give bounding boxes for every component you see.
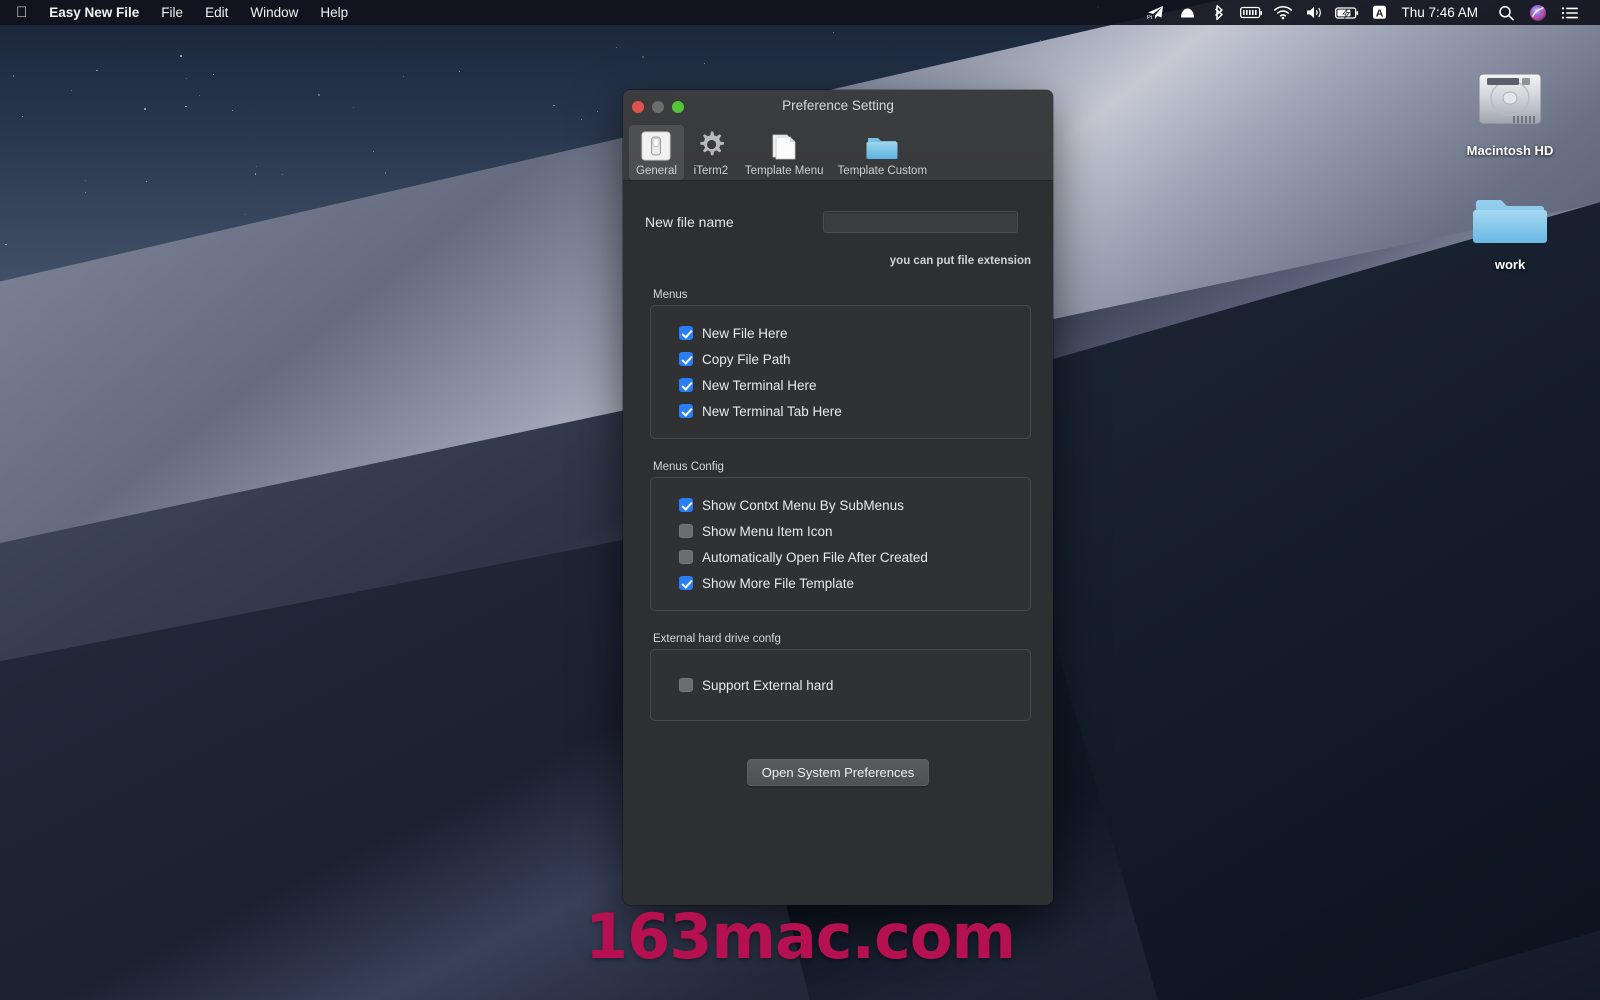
battery-meter-icon[interactable] (1235, 0, 1267, 25)
checkbox-row-show-more-file-template[interactable]: Show More File Template (651, 570, 1030, 596)
documents-icon (767, 129, 801, 163)
checkbox-new-file-here[interactable] (679, 326, 693, 340)
checkbox-label: New Terminal Here (702, 378, 817, 393)
checkbox-label: Show More File Template (702, 576, 854, 591)
dropbox-cloud-icon[interactable] (1171, 0, 1203, 25)
menu-app-name[interactable]: Easy New File (38, 0, 150, 25)
svg-text:Pt: Pt (1147, 15, 1153, 20)
tab-template-menu-label: Template Menu (745, 165, 824, 177)
tab-general[interactable]: General (629, 125, 684, 180)
group-menus-title: Menus (650, 289, 1031, 301)
desktop-icon-label: Macintosh HD (1455, 143, 1565, 158)
desktop-icon-label: work (1455, 257, 1565, 272)
gear-icon (694, 129, 728, 163)
site-watermark: 163mac.com (0, 900, 1600, 973)
checkbox-row-support-external-hard[interactable]: Support External hard (651, 672, 1030, 698)
tab-template-custom[interactable]: Template Custom (831, 125, 934, 180)
preference-setting-window: Preference Setting General (623, 90, 1053, 905)
tab-template-menu[interactable]: Template Menu (738, 125, 831, 180)
checkbox-row-automatically-open-file-after-created[interactable]: Automatically Open File After Created (651, 544, 1030, 570)
volume-icon[interactable] (1299, 0, 1331, 25)
checkbox-label: Show Contxt Menu By SubMenus (702, 498, 904, 513)
hard-drive-icon (1473, 62, 1547, 136)
new-file-name-row: New file name (623, 181, 1053, 233)
battery-charging-icon[interactable] (1331, 0, 1363, 25)
group-external-hard-drive-title: External hard drive confg (650, 633, 1031, 645)
checkbox-show-more-file-template[interactable] (679, 576, 693, 590)
checkbox-automatically-open-file-after-created[interactable] (679, 550, 693, 564)
window-title: Preference Setting (623, 98, 1053, 113)
folder-icon (1473, 188, 1547, 250)
folder-icon (865, 129, 899, 163)
checkbox-support-external-hard[interactable] (679, 678, 693, 692)
checkbox-label: Automatically Open File After Created (702, 550, 928, 565)
checkbox-row-new-file-here[interactable]: New File Here (651, 320, 1030, 346)
input-source-icon[interactable]: A (1363, 0, 1395, 25)
group-menus-config-body: Show Contxt Menu By SubMenus Show Menu I… (650, 477, 1031, 611)
menu-bar:  Easy New File File Edit Window Help Pt (0, 0, 1600, 25)
open-system-preferences-button[interactable]: Open System Preferences (747, 759, 929, 786)
file-extension-hint: you can put file extension (623, 233, 1053, 267)
checkbox-copy-file-path[interactable] (679, 352, 693, 366)
group-menus-config: Menus Config Show Contxt Menu By SubMenu… (650, 461, 1031, 611)
new-file-name-input[interactable] (823, 211, 1018, 233)
apple-menu-icon[interactable]:  (0, 0, 38, 25)
checkbox-show-menu-item-icon[interactable] (679, 524, 693, 538)
tab-iterm2-label: iTerm2 (694, 165, 729, 177)
checkbox-label: Support External hard (702, 678, 833, 693)
spotlight-search-icon[interactable] (1490, 0, 1522, 25)
checkbox-new-terminal-here[interactable] (679, 378, 693, 392)
group-external-hard-drive-body: Support External hard (650, 649, 1031, 721)
new-file-name-label: New file name (645, 214, 823, 230)
tab-iterm2[interactable]: iTerm2 (684, 125, 738, 180)
wifi-icon[interactable] (1267, 0, 1299, 25)
menu-help[interactable]: Help (309, 0, 359, 25)
menu-bar-clock[interactable]: Thu 7:46 AM (1395, 5, 1490, 20)
checkbox-label: Show Menu Item Icon (702, 524, 833, 539)
primary-button-area: Open System Preferences (623, 721, 1053, 786)
checkbox-row-new-terminal-tab-here[interactable]: New Terminal Tab Here (651, 398, 1030, 424)
desktop-icon-macintosh-hd[interactable]: Macintosh HD (1455, 62, 1565, 158)
notification-center-icon[interactable] (1554, 0, 1586, 25)
checkbox-label: New File Here (702, 326, 788, 341)
checkbox-new-terminal-tab-here[interactable] (679, 404, 693, 418)
menu-window[interactable]: Window (239, 0, 309, 25)
checkbox-row-show-menu-item-icon[interactable]: Show Menu Item Icon (651, 518, 1030, 544)
group-menus-config-title: Menus Config (650, 461, 1031, 473)
checkbox-row-copy-file-path[interactable]: Copy File Path (651, 346, 1030, 372)
preferences-toolbar: General iTerm2 (623, 125, 1053, 180)
group-external-hard-drive: External hard drive confg Support Extern… (650, 633, 1031, 721)
checkbox-label: New Terminal Tab Here (702, 404, 842, 419)
menu-edit[interactable]: Edit (194, 0, 239, 25)
menu-bar-status-area: Pt (1139, 0, 1600, 25)
group-menus: Menus New File Here Copy File Path New T… (650, 289, 1031, 439)
paper-plane-icon[interactable]: Pt (1139, 0, 1171, 25)
checkbox-show-context-menu-by-submenus[interactable] (679, 498, 693, 512)
tab-general-label: General (636, 165, 677, 177)
bluetooth-icon[interactable] (1203, 0, 1235, 25)
preferences-content: New file name you can put file extension… (623, 181, 1053, 905)
switch-icon (639, 129, 673, 163)
checkbox-row-show-context-menu-by-submenus[interactable]: Show Contxt Menu By SubMenus (651, 492, 1030, 518)
tab-template-custom-label: Template Custom (838, 165, 927, 177)
svg-text:A: A (1376, 7, 1384, 19)
window-titlebar[interactable]: Preference Setting General (623, 90, 1053, 181)
menu-file[interactable]: File (150, 0, 194, 25)
checkbox-label: Copy File Path (702, 352, 791, 367)
group-menus-body: New File Here Copy File Path New Termina… (650, 305, 1031, 439)
menu-bar-left:  Easy New File File Edit Window Help (0, 0, 359, 25)
checkbox-row-new-terminal-here[interactable]: New Terminal Here (651, 372, 1030, 398)
desktop-icon-work-folder[interactable]: work (1455, 188, 1565, 272)
siri-icon[interactable] (1522, 0, 1554, 25)
